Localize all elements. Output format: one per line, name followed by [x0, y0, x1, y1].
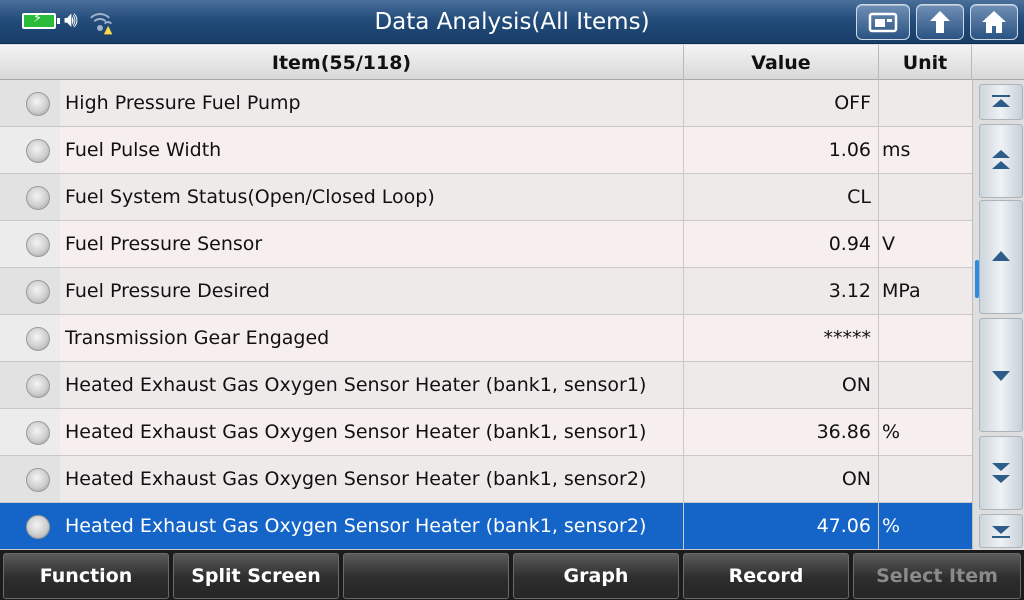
row-value: CL	[684, 174, 879, 220]
row-unit	[879, 174, 972, 220]
column-header-item[interactable]: Item(55/118)	[0, 45, 684, 80]
split-screen-button[interactable]: Split Screen	[173, 553, 339, 599]
row-label: High Pressure Fuel Pump	[65, 92, 301, 114]
data-list: High Pressure Fuel Pump OFF Fuel Pulse W…	[0, 80, 972, 550]
function-button[interactable]: Function	[3, 553, 169, 599]
row-unit	[879, 315, 972, 361]
speaker-icon: 🔊︎	[64, 8, 78, 33]
title-bar: Data Analysis(All Items) ⚡ 🔊︎ ▲	[0, 0, 1024, 44]
page-down-button[interactable]	[979, 436, 1023, 510]
scroll-up-button[interactable]	[979, 200, 1023, 314]
table-row[interactable]: Transmission Gear Engaged *****	[0, 315, 972, 362]
row-radio-icon[interactable]	[26, 280, 50, 304]
row-unit: %	[882, 421, 901, 443]
table-row[interactable]: Fuel System Status(Open/Closed Loop) CL	[0, 174, 972, 221]
screenshot-icon	[868, 12, 898, 33]
row-radio-icon[interactable]	[26, 374, 50, 398]
wifi-warning-icon: ▲	[85, 9, 115, 36]
scroll-controls	[972, 80, 1024, 550]
battery-charging-icon: ⚡	[22, 11, 60, 29]
page-down-icon	[992, 463, 1010, 483]
row-radio-icon[interactable]	[26, 421, 50, 445]
top-buttons	[856, 4, 1018, 40]
bottom-toolbar: Function Split Screen Graph Record Selec…	[0, 550, 1024, 600]
table-row[interactable]: Heated Exhaust Gas Oxygen Sensor Heater …	[0, 409, 972, 456]
back-icon	[930, 11, 950, 33]
scroll-bottom-button[interactable]	[979, 514, 1023, 548]
table-row[interactable]: Fuel Pressure Desired 3.12 MPa	[0, 268, 972, 315]
row-radio-icon[interactable]	[26, 468, 50, 492]
row-radio-icon[interactable]	[26, 139, 50, 163]
table-row[interactable]: Heated Exhaust Gas Oxygen Sensor Heater …	[0, 362, 972, 409]
row-radio-icon[interactable]	[26, 515, 50, 539]
home-icon	[982, 11, 1006, 33]
table-row[interactable]: Fuel Pressure Sensor 0.94 V	[0, 221, 972, 268]
row-unit: %	[882, 515, 901, 537]
row-value: OFF	[684, 80, 879, 126]
graph-button[interactable]: Graph	[513, 553, 679, 599]
row-unit	[879, 456, 972, 502]
select-item-button[interactable]: Select Item	[853, 553, 1021, 599]
row-label: Fuel Pulse Width	[65, 139, 222, 161]
column-header-blank	[972, 45, 1024, 80]
home-button[interactable]	[970, 4, 1018, 40]
screenshot-button[interactable]	[856, 4, 910, 40]
row-unit: MPa	[882, 280, 921, 302]
row-label: Fuel Pressure Sensor	[65, 233, 263, 255]
table-row-selected[interactable]: Heated Exhaust Gas Oxygen Sensor Heater …	[0, 503, 972, 550]
table-header: Item(55/118) Value Unit	[0, 45, 1024, 80]
row-label: Fuel Pressure Desired	[65, 280, 270, 302]
row-radio-icon[interactable]	[26, 327, 50, 351]
row-value: 36.86	[684, 409, 879, 455]
row-unit: V	[882, 233, 895, 255]
column-header-value[interactable]: Value	[684, 45, 879, 80]
scroll-bottom-icon	[992, 526, 1010, 538]
table-row[interactable]: Fuel Pulse Width 1.06 ms	[0, 127, 972, 174]
scroll-up-icon	[992, 251, 1010, 261]
status-icons: ⚡ 🔊︎ ▲	[22, 8, 115, 36]
row-unit	[879, 80, 972, 126]
row-value: ON	[684, 456, 879, 502]
back-button[interactable]	[916, 4, 964, 40]
row-label: Heated Exhaust Gas Oxygen Sensor Heater …	[65, 515, 647, 537]
scroll-down-button[interactable]	[979, 318, 1023, 432]
row-value: *****	[684, 315, 879, 361]
blank-button[interactable]	[343, 553, 509, 599]
row-label: Heated Exhaust Gas Oxygen Sensor Heater …	[65, 468, 647, 490]
record-button[interactable]: Record	[683, 553, 849, 599]
row-unit	[879, 362, 972, 408]
row-value: 47.06	[684, 503, 879, 549]
row-radio-icon[interactable]	[26, 233, 50, 257]
row-label: Heated Exhaust Gas Oxygen Sensor Heater …	[65, 374, 647, 396]
row-label: Transmission Gear Engaged	[65, 327, 330, 349]
row-label: Fuel System Status(Open/Closed Loop)	[65, 186, 435, 208]
row-value: 3.12	[684, 268, 879, 314]
row-unit: ms	[882, 139, 911, 161]
scroll-down-icon	[992, 371, 1010, 381]
column-header-unit[interactable]: Unit	[879, 45, 972, 80]
row-radio-icon[interactable]	[26, 92, 50, 116]
row-label: Heated Exhaust Gas Oxygen Sensor Heater …	[65, 421, 647, 443]
scroll-top-icon	[992, 95, 1010, 107]
page-up-icon	[992, 150, 1010, 169]
table-row[interactable]: Heated Exhaust Gas Oxygen Sensor Heater …	[0, 456, 972, 503]
scroll-top-button[interactable]	[979, 84, 1023, 120]
row-value: 1.06	[684, 127, 879, 173]
table-row[interactable]: High Pressure Fuel Pump OFF	[0, 80, 972, 127]
row-value: 0.94	[684, 221, 879, 267]
row-value: ON	[684, 362, 879, 408]
page-up-button[interactable]	[979, 124, 1023, 198]
row-radio-icon[interactable]	[26, 186, 50, 210]
